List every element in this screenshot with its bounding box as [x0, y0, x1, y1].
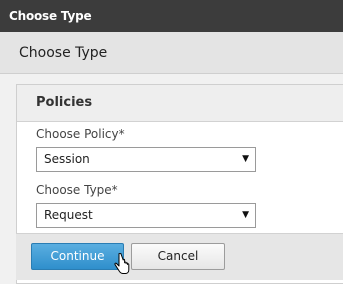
cancel-button[interactable]: Cancel — [131, 243, 225, 270]
hand-pointer-icon — [114, 253, 130, 274]
chevron-down-icon: ▼ — [242, 210, 249, 220]
chevron-down-icon: ▼ — [242, 154, 249, 164]
choose-type-value: Request — [44, 208, 93, 222]
choose-policy-value: Session — [44, 152, 90, 166]
choose-policy-select[interactable]: Session ▼ — [36, 147, 256, 172]
continue-button[interactable]: Continue — [31, 243, 124, 270]
choose-type-select[interactable]: Request ▼ — [36, 203, 256, 228]
window-title: Choose Type — [0, 0, 343, 32]
panel-title: Policies — [17, 85, 343, 122]
page-title: Choose Type — [0, 32, 343, 74]
choose-type-label: Choose Type* — [36, 183, 118, 197]
choose-policy-label: Choose Policy* — [36, 127, 125, 141]
action-bar: Continue Cancel — [16, 233, 343, 280]
